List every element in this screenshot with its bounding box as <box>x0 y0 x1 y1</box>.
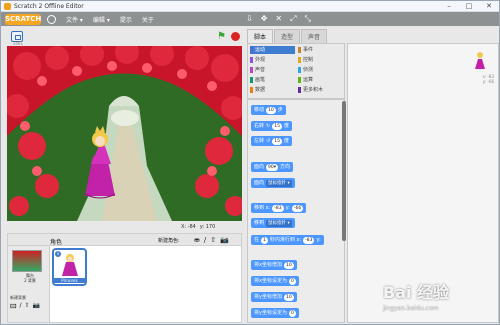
upload-sprite-icon[interactable]: ⇧ <box>210 236 216 244</box>
menu-about[interactable]: 关于 <box>142 15 154 24</box>
category-events[interactable]: 事件 <box>298 46 343 54</box>
garden-backdrop <box>7 46 242 221</box>
grow-tool-icon[interactable]: ⤢ <box>290 14 296 24</box>
new-backdrop-label: 新建背景 <box>10 295 26 300</box>
block-palette: 移动 10 步 右转 ↻ 15 度 左转 ↺ 15 度 面向 90▾ 方向 面向 鼠标指针 ▾ 移到 … <box>247 99 345 323</box>
shrink-tool-icon[interactable]: ⤡ <box>305 14 311 24</box>
tab-scripts[interactable]: 脚本 <box>247 29 274 43</box>
category-more-blocks[interactable]: 更多积木 <box>298 86 343 94</box>
block-glide[interactable]: 在 1 秒内滑行到 x: -83 y: <box>251 235 324 245</box>
paint-backdrop-icon[interactable]: / <box>20 302 22 312</box>
block-change-y[interactable]: 将y坐标增加 10 <box>251 292 297 302</box>
sprite-library-icon[interactable]: ⛂ <box>194 236 200 244</box>
stage-canvas[interactable] <box>7 46 242 221</box>
new-sprite-label: 新建角色: <box>158 238 180 244</box>
tab-costumes[interactable]: 造型 <box>274 29 301 43</box>
block-point-in-direction[interactable]: 面向 90▾ 方向 <box>251 162 294 172</box>
tab-sounds[interactable]: 声音 <box>301 29 328 43</box>
sprite-pane: 角色 新建角色: ⛂ / ⇧ 📷 舞台 2 背景 新建背景 🖾 / ⇧ 📷 i … <box>7 233 242 323</box>
menu-tips[interactable]: 提示 <box>120 15 132 24</box>
menu-edit[interactable]: 编辑 ▾ <box>93 15 110 24</box>
baidu-watermark: Bai 经验 jingyan.baidu.com <box>383 279 493 313</box>
maximize-button[interactable]: □ <box>461 2 477 10</box>
camera-backdrop-icon[interactable]: 📷 <box>33 302 40 312</box>
block-change-x[interactable]: 将x坐标增加 10 <box>251 260 297 270</box>
window-title: Scratch 2 Offline Editor <box>14 2 84 10</box>
sprites-label: 角色 <box>50 239 63 246</box>
upload-backdrop-icon[interactable]: ⇧ <box>25 302 30 312</box>
backdrop-library-icon[interactable]: 🖾 <box>10 302 17 312</box>
backdrop-count: 2 背景 <box>24 278 36 283</box>
mouse-y-readout: y: 170 <box>199 224 216 230</box>
stage-header: v461 ⚑ <box>7 29 243 46</box>
watermark-main: Bai 经验 <box>383 283 450 302</box>
green-flag-icon[interactable]: ⚑ <box>217 32 226 42</box>
mouse-x-readout: X: -84 <box>181 224 196 230</box>
sprite-position: x: -83 y: -66 <box>482 74 494 84</box>
category-motion[interactable]: 运动 <box>250 46 295 54</box>
category-sound[interactable]: 声音 <box>250 66 295 74</box>
block-set-y[interactable]: 将y坐标设定为 0 <box>251 308 299 318</box>
cut-tool-icon[interactable]: ✕ <box>275 14 282 24</box>
sprite-y-readout: y: -66 <box>482 79 494 84</box>
current-sprite-thumb <box>475 52 485 69</box>
stage-thumbnail[interactable] <box>12 250 42 272</box>
block-point-towards[interactable]: 面向 鼠标指针 ▾ <box>251 178 295 188</box>
block-turn-right[interactable]: 右转 ↻ 15 度 <box>251 121 292 131</box>
block-set-x[interactable]: 将x坐标设定为 0 <box>251 276 299 286</box>
mouse-coordinates: X: -84 y: 170 <box>181 224 215 230</box>
scratch-logo[interactable]: SCRATCH <box>5 13 41 25</box>
menu-file[interactable]: 文件 ▾ <box>66 15 83 24</box>
category-sensing[interactable]: 侦测 <box>298 66 343 74</box>
minimize-button[interactable]: – <box>441 2 457 10</box>
cursor-tools: ⇩ ✥ ✕ ⤢ ⤡ <box>246 14 311 24</box>
info-icon[interactable]: i <box>55 251 61 257</box>
app-icon <box>4 2 11 10</box>
paint-sprite-icon[interactable]: / <box>204 236 206 244</box>
sprite-name: Princess <box>54 278 85 283</box>
block-turn-left[interactable]: 左转 ↺ 15 度 <box>251 136 292 146</box>
palette-scrollbar[interactable] <box>342 101 346 241</box>
editor-tabs: 脚本 造型 声音 <box>247 29 328 43</box>
stage-selector[interactable]: 舞台 2 背景 新建背景 🖾 / ⇧ 📷 <box>8 246 50 322</box>
watermark-sub: jingyan.baidu.com <box>383 305 439 312</box>
category-looks[interactable]: 外观 <box>250 56 295 64</box>
delete-tool-icon[interactable]: ✥ <box>261 14 268 24</box>
camera-sprite-icon[interactable]: 📷 <box>220 236 229 244</box>
block-categories: 运动 外观 声音 画笔 数据 事件 控制 侦测 运算 更多积木 <box>247 43 345 99</box>
block-go-to-xy[interactable]: 移到 x: -83 y: -66 <box>251 203 307 213</box>
close-button[interactable]: ✕ <box>481 2 497 10</box>
block-move-steps[interactable]: 移动 10 步 <box>251 105 286 115</box>
category-data[interactable]: 数据 <box>250 86 295 94</box>
menu-bar: SCRATCH 文件 ▾ 编辑 ▾ 提示 关于 ⇩ ✥ ✕ ⤢ ⤡ <box>1 12 499 26</box>
app-window: Scratch 2 Offline Editor – □ ✕ SCRATCH 文… <box>0 0 500 325</box>
language-globe-icon[interactable] <box>47 14 56 24</box>
category-control[interactable]: 控制 <box>298 56 343 64</box>
category-pen[interactable]: 画笔 <box>250 76 295 84</box>
sprite-thumbnail-princess[interactable]: i Princess <box>52 248 87 286</box>
duplicate-tool-icon[interactable]: ⇩ <box>246 14 253 24</box>
sprite-pane-header: 角色 新建角色: ⛂ / ⇧ 📷 <box>8 234 241 246</box>
title-bar: Scratch 2 Offline Editor – □ ✕ <box>1 1 499 12</box>
stop-sign-icon[interactable] <box>231 32 240 41</box>
block-go-to[interactable]: 移到 鼠标指针 ▾ <box>251 218 295 228</box>
category-operators[interactable]: 运算 <box>298 76 343 84</box>
